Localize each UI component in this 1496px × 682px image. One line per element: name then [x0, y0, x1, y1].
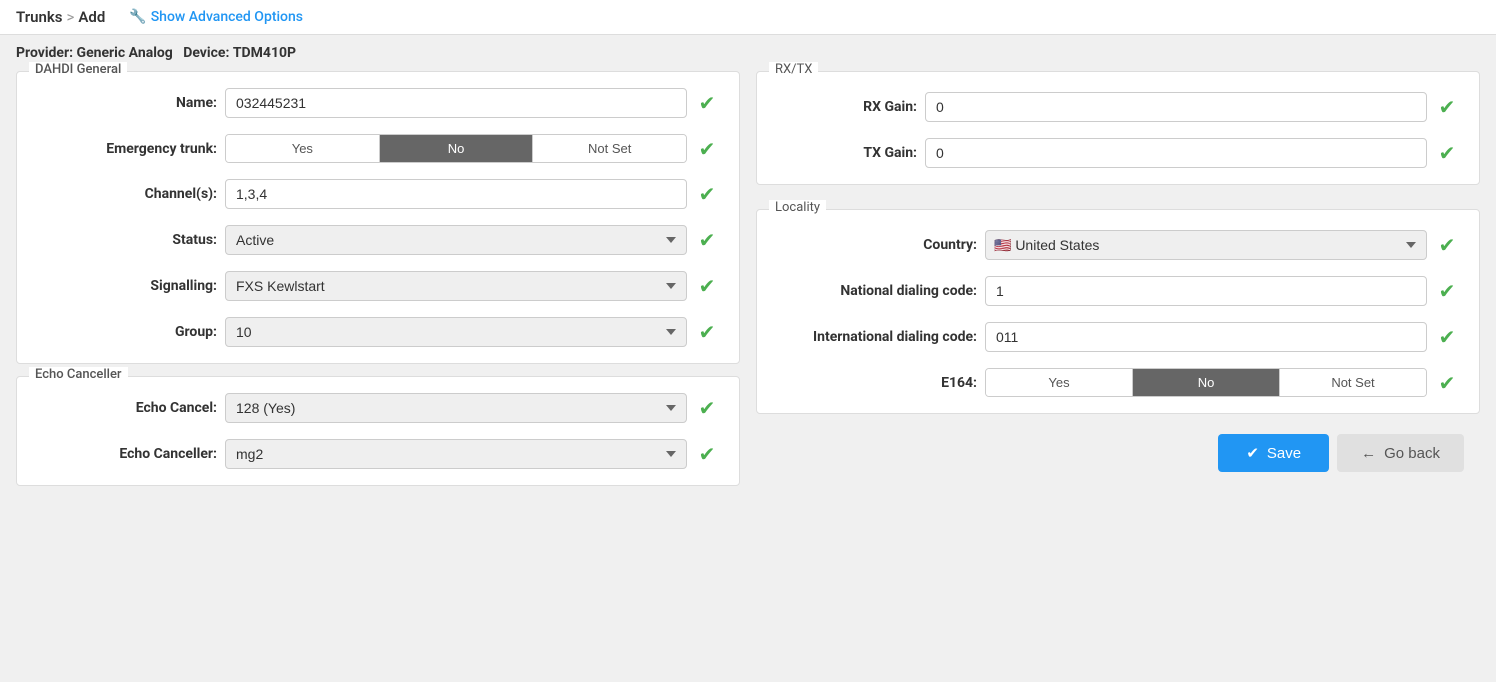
- echo-canceller-section: Echo Canceller Echo Cancel: 128 (Yes) 64…: [16, 376, 740, 486]
- emergency-trunk-label: Emergency trunk:: [37, 141, 217, 157]
- international-dialing-code-label: International dialing code:: [777, 329, 977, 345]
- national-dialing-code-row: National dialing code: ✔: [777, 276, 1459, 306]
- country-row: Country: 🇺🇸 United States 🇬🇧 United King…: [777, 230, 1459, 260]
- main-content: DAHDI General Name: ✔ Emergency trunk: Y…: [0, 71, 1496, 504]
- emergency-trunk-notset-btn[interactable]: Not Set: [533, 135, 686, 162]
- name-check-icon: ✔: [695, 91, 719, 115]
- go-back-button[interactable]: ← Go back: [1337, 434, 1464, 472]
- status-check-icon: ✔: [695, 228, 719, 252]
- rx-gain-row: RX Gain: ✔: [777, 92, 1459, 122]
- tx-gain-row: TX Gain: ✔: [777, 138, 1459, 168]
- national-dialing-code-input[interactable]: [985, 276, 1427, 306]
- e164-yes-btn[interactable]: Yes: [986, 369, 1133, 396]
- left-column: DAHDI General Name: ✔ Emergency trunk: Y…: [16, 71, 740, 488]
- echo-cancel-select[interactable]: 128 (Yes) 64 (Yes) No: [225, 393, 687, 423]
- breadcrumb-separator: >: [67, 8, 75, 26]
- emergency-trunk-no-btn[interactable]: No: [380, 135, 534, 162]
- group-check-icon: ✔: [695, 320, 719, 344]
- channels-row: Channel(s): ✔: [37, 179, 719, 209]
- save-button[interactable]: ✔ Save: [1218, 434, 1329, 472]
- e164-row: E164: Yes No Not Set ✔: [777, 368, 1459, 397]
- echo-canceller-label: Echo Canceller:: [37, 446, 217, 462]
- locality-title: Locality: [769, 200, 826, 215]
- emergency-trunk-check-icon: ✔: [695, 137, 719, 161]
- breadcrumb: Trunks > Add: [16, 8, 105, 26]
- status-label: Status:: [37, 232, 217, 248]
- breadcrumb-current: Add: [78, 8, 105, 26]
- top-bar: Trunks > Add 🔧 Show Advanced Options: [0, 0, 1496, 35]
- dahdi-general-title: DAHDI General: [29, 62, 127, 77]
- national-dialing-code-label: National dialing code:: [777, 283, 977, 299]
- echo-cancel-check-icon: ✔: [695, 396, 719, 420]
- e164-no-btn[interactable]: No: [1133, 369, 1280, 396]
- breadcrumb-parent[interactable]: Trunks: [16, 8, 63, 26]
- country-select[interactable]: 🇺🇸 United States 🇬🇧 United Kingdom 🇨🇦 Ca…: [985, 230, 1427, 260]
- echo-canceller-select[interactable]: mg2 oslec kb1 hpec: [225, 439, 687, 469]
- device-label: Device:: [183, 45, 229, 61]
- international-dialing-code-row: International dialing code: ✔: [777, 322, 1459, 352]
- provider-info: Provider: Generic Analog Device: TDM410P: [0, 35, 1496, 71]
- channels-input[interactable]: [225, 179, 687, 209]
- arrow-left-icon: ←: [1361, 445, 1376, 462]
- name-input[interactable]: [225, 88, 687, 118]
- save-label: Save: [1267, 445, 1301, 462]
- status-select[interactable]: Active Inactive: [225, 225, 687, 255]
- tx-gain-label: TX Gain:: [777, 145, 917, 161]
- emergency-trunk-toggle[interactable]: Yes No Not Set: [225, 134, 687, 163]
- international-dialing-code-input[interactable]: [985, 322, 1427, 352]
- name-label: Name:: [37, 95, 217, 111]
- provider-value: Generic Analog: [77, 45, 173, 61]
- emergency-trunk-yes-btn[interactable]: Yes: [226, 135, 380, 162]
- echo-canceller-title: Echo Canceller: [29, 367, 128, 382]
- national-dialing-code-check-icon: ✔: [1435, 279, 1459, 303]
- echo-canceller-check-icon: ✔: [695, 442, 719, 466]
- go-back-label: Go back: [1384, 445, 1440, 462]
- tx-gain-check-icon: ✔: [1435, 141, 1459, 165]
- advanced-options-link[interactable]: 🔧 Show Advanced Options: [129, 9, 303, 25]
- e164-notset-btn[interactable]: Not Set: [1280, 369, 1426, 396]
- name-row: Name: ✔: [37, 88, 719, 118]
- advanced-options-label: Show Advanced Options: [151, 9, 303, 25]
- emergency-trunk-row: Emergency trunk: Yes No Not Set ✔: [37, 134, 719, 163]
- rx-gain-check-icon: ✔: [1435, 95, 1459, 119]
- channels-label: Channel(s):: [37, 186, 217, 202]
- echo-cancel-row: Echo Cancel: 128 (Yes) 64 (Yes) No ✔: [37, 393, 719, 423]
- status-row: Status: Active Inactive ✔: [37, 225, 719, 255]
- action-row: ✔ Save ← Go back: [756, 434, 1480, 488]
- channels-check-icon: ✔: [695, 182, 719, 206]
- signalling-check-icon: ✔: [695, 274, 719, 298]
- signalling-row: Signalling: FXS Kewlstart FXO Kewlstart …: [37, 271, 719, 301]
- locality-section: Locality Country: 🇺🇸 United States 🇬🇧 Un…: [756, 209, 1480, 414]
- rx-gain-label: RX Gain:: [777, 99, 917, 115]
- rxtx-title: RX/TX: [769, 62, 818, 77]
- country-check-icon: ✔: [1435, 233, 1459, 257]
- signalling-select[interactable]: FXS Kewlstart FXO Kewlstart FXS LS FXS G…: [225, 271, 687, 301]
- group-select[interactable]: 10 0 1 2: [225, 317, 687, 347]
- international-dialing-code-check-icon: ✔: [1435, 325, 1459, 349]
- signalling-label: Signalling:: [37, 278, 217, 294]
- country-select-wrapper: 🇺🇸 United States 🇬🇧 United Kingdom 🇨🇦 Ca…: [985, 230, 1427, 260]
- device-value: TDM410P: [233, 45, 296, 61]
- right-column: RX/TX RX Gain: ✔ TX Gain: ✔ Locality Cou…: [756, 71, 1480, 488]
- e164-check-icon: ✔: [1435, 371, 1459, 395]
- tx-gain-input[interactable]: [925, 138, 1427, 168]
- group-row: Group: 10 0 1 2 ✔: [37, 317, 719, 347]
- echo-canceller-row: Echo Canceller: mg2 oslec kb1 hpec ✔: [37, 439, 719, 469]
- wrench-icon: 🔧: [129, 9, 146, 25]
- echo-cancel-label: Echo Cancel:: [37, 400, 217, 416]
- e164-label: E164:: [777, 375, 977, 391]
- dahdi-general-section: DAHDI General Name: ✔ Emergency trunk: Y…: [16, 71, 740, 364]
- country-label: Country:: [777, 237, 977, 253]
- e164-toggle[interactable]: Yes No Not Set: [985, 368, 1427, 397]
- group-label: Group:: [37, 324, 217, 340]
- rxtx-section: RX/TX RX Gain: ✔ TX Gain: ✔: [756, 71, 1480, 185]
- rx-gain-input[interactable]: [925, 92, 1427, 122]
- save-check-icon: ✔: [1246, 444, 1259, 462]
- provider-label: Provider:: [16, 45, 73, 61]
